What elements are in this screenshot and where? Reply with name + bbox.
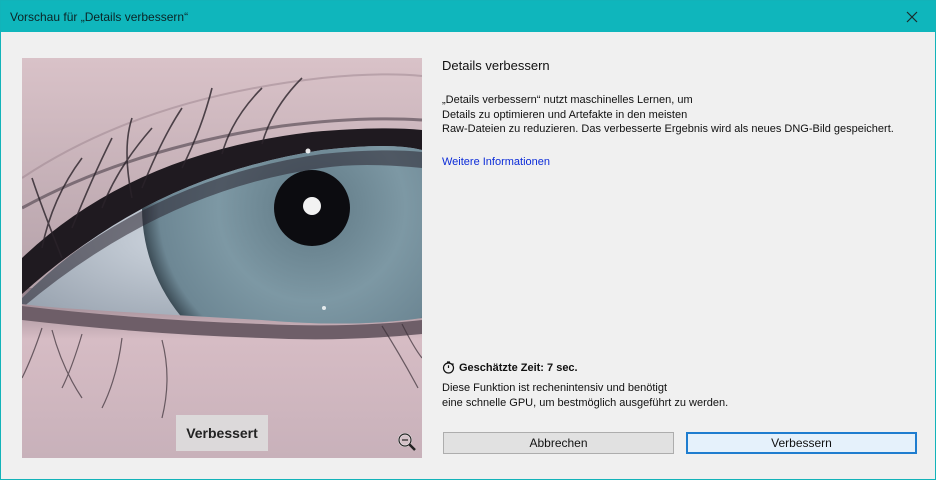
title-bar[interactable]: Vorschau für „Details verbessern“ xyxy=(1,1,935,32)
enhance-button[interactable]: Verbessern xyxy=(686,432,917,454)
eye-photo xyxy=(22,58,422,458)
description-line: Raw-Dateien zu reduzieren. Das verbesser… xyxy=(442,123,894,135)
stopwatch-icon xyxy=(442,361,455,374)
preview-image[interactable]: Verbessert xyxy=(22,58,422,458)
gpu-note: Diese Funktion ist rechenintensiv und be… xyxy=(442,381,728,410)
gpu-note-line: eine schnelle GPU, um bestmöglich ausgef… xyxy=(442,396,729,409)
enhanced-label: Verbessert xyxy=(176,415,268,451)
description: „Details verbessern“ nutzt maschinelles … xyxy=(442,93,894,137)
estimated-time-row: Geschätzte Zeit: 7 sec. xyxy=(442,361,578,374)
close-button[interactable] xyxy=(889,1,935,32)
estimated-time: Geschätzte Zeit: 7 sec. xyxy=(459,361,578,374)
close-icon xyxy=(906,11,918,22)
panel-heading: Details verbessern xyxy=(442,58,550,73)
description-line: „Details verbessern“ nutzt maschinelles … xyxy=(442,94,693,106)
more-info-link[interactable]: Weitere Informationen xyxy=(442,156,550,168)
gpu-note-line: Diese Funktion ist rechenintensiv und be… xyxy=(442,382,668,394)
window-title: Vorschau für „Details verbessern“ xyxy=(10,9,189,24)
zoom-icon[interactable] xyxy=(396,431,418,453)
cancel-button[interactable]: Abbrechen xyxy=(443,432,674,454)
dialog-window: Vorschau für „Details verbessern“ Verbes… xyxy=(0,0,936,480)
description-line: Details zu optimieren und Artefakte in d… xyxy=(442,108,688,121)
